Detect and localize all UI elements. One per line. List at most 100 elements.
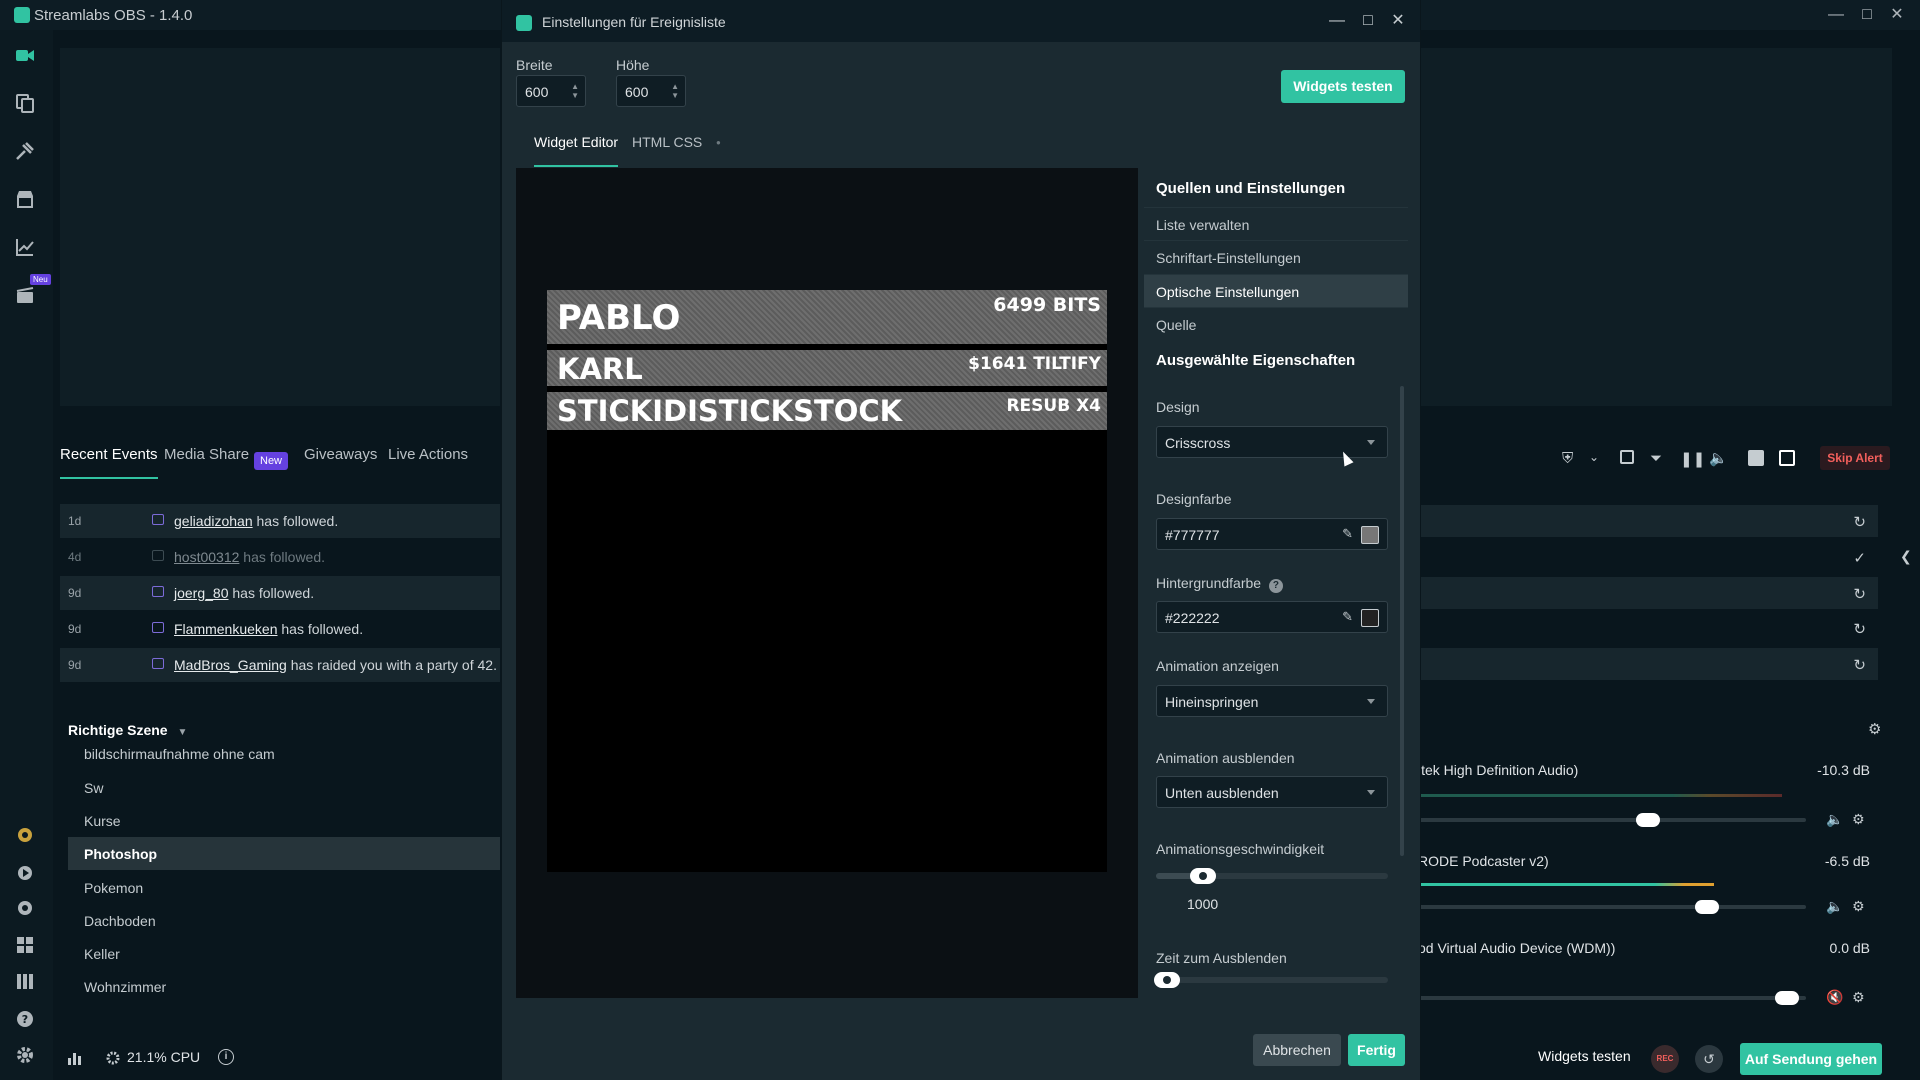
- tab-html-css[interactable]: HTML CSS: [632, 134, 702, 150]
- repeat-icon[interactable]: ↻: [1853, 656, 1866, 674]
- help-icon[interactable]: ?: [1268, 579, 1283, 593]
- repeat-icon[interactable]: ↻: [1853, 620, 1866, 638]
- maximize-icon[interactable]: □: [1357, 10, 1379, 32]
- event-user-link[interactable]: geliadizohan: [174, 513, 253, 529]
- replay-buffer-icon[interactable]: ↺: [1695, 1045, 1723, 1073]
- event-user-link[interactable]: Flammenkueken: [174, 621, 278, 637]
- test-widgets-button[interactable]: Widgets testen: [1281, 70, 1405, 103]
- performance-icon[interactable]: [67, 1050, 83, 1066]
- mixer-settings-icon[interactable]: ⚙: [1868, 720, 1881, 738]
- creator-sites-icon[interactable]: [14, 284, 38, 308]
- repeat-icon[interactable]: ↻: [1853, 585, 1866, 603]
- design-select[interactable]: Crisscross: [1156, 426, 1388, 458]
- anim-show-select[interactable]: Hineinspringen: [1156, 685, 1388, 717]
- mixer-slider-knob[interactable]: [1694, 900, 1719, 914]
- test-widgets-button[interactable]: Widgets testen: [1538, 1048, 1631, 1064]
- media-icon[interactable]: [14, 862, 38, 886]
- settings-gear-icon[interactable]: [14, 1044, 38, 1068]
- chevron-down-icon: [1367, 440, 1375, 445]
- design-color-input[interactable]: #777777 ✎: [1156, 518, 1388, 550]
- mixer-volume-slider[interactable]: [1418, 900, 1806, 914]
- chat-icon[interactable]: [14, 898, 38, 922]
- store-icon[interactable]: [14, 188, 38, 212]
- event-user-link[interactable]: MadBros_Gaming: [174, 657, 287, 673]
- stepper-icon[interactable]: ▲ ▼: [571, 82, 579, 100]
- tab-media-share[interactable]: Media Share: [164, 446, 249, 463]
- width-input[interactable]: 600 ▲ ▼: [516, 75, 586, 107]
- scene-item[interactable]: Sw: [68, 771, 500, 804]
- help-icon[interactable]: ?: [14, 1008, 38, 1032]
- close-icon[interactable]: ✕: [1886, 4, 1908, 26]
- gear-icon[interactable]: ⚙: [1852, 811, 1865, 828]
- tab-recent-events[interactable]: Recent Events: [60, 446, 158, 479]
- event-user-link[interactable]: joerg_80: [174, 585, 229, 601]
- library-icon[interactable]: [14, 970, 38, 994]
- scene-item[interactable]: Dachboden: [68, 904, 500, 937]
- cancel-button[interactable]: Abbrechen: [1253, 1034, 1341, 1066]
- tab-giveaways[interactable]: Giveaways: [304, 446, 377, 463]
- menu-item-source[interactable]: Quelle: [1144, 307, 1408, 340]
- tab-widget-editor[interactable]: Widget Editor: [534, 134, 619, 167]
- scene-item[interactable]: Kurse: [68, 804, 500, 837]
- volume-icon[interactable]: 🔈: [1709, 449, 1728, 467]
- list-view-icon[interactable]: [1779, 450, 1795, 466]
- layout-icon[interactable]: [14, 934, 38, 958]
- scene-item[interactable]: Keller: [68, 937, 500, 970]
- menu-item-font-settings[interactable]: Schriftart-Einstellungen: [1144, 240, 1408, 273]
- color-swatch[interactable]: [1361, 609, 1379, 627]
- done-button[interactable]: Fertig: [1348, 1034, 1405, 1066]
- slider-knob[interactable]: [1154, 972, 1180, 988]
- slider-knob[interactable]: [1190, 868, 1216, 884]
- chevron-down-icon[interactable]: ⌄: [1589, 450, 1599, 464]
- scene-item-selected[interactable]: Photoshop: [68, 837, 500, 870]
- mixer-volume-slider[interactable]: [1418, 991, 1806, 1005]
- scene-item[interactable]: bildschirmaufnahme ohne cam: [68, 740, 500, 773]
- minimize-icon[interactable]: —: [1825, 4, 1847, 26]
- minimize-icon[interactable]: —: [1326, 10, 1348, 32]
- editor-icon[interactable]: [14, 44, 38, 68]
- close-icon[interactable]: ✕: [1387, 10, 1409, 32]
- split-view-icon[interactable]: [1748, 450, 1764, 466]
- settings-scrollbar[interactable]: [1400, 386, 1404, 856]
- anim-speed-slider[interactable]: [1156, 868, 1388, 884]
- shield-icon[interactable]: ⛨: [1562, 450, 1573, 467]
- skip-alert-button[interactable]: Skip Alert: [1820, 446, 1890, 470]
- color-swatch[interactable]: [1361, 526, 1379, 544]
- copy-icon[interactable]: [1620, 450, 1634, 464]
- menu-item-visual-settings[interactable]: Optische Einstellungen: [1144, 274, 1408, 307]
- mixer-slider-knob[interactable]: [1636, 813, 1661, 827]
- filter-icon[interactable]: ⏷: [1650, 450, 1662, 467]
- menu-item-manage-list[interactable]: Liste verwalten: [1144, 207, 1408, 240]
- pause-icon[interactable]: ❚❚: [1680, 450, 1705, 468]
- alertbox-icon[interactable]: [14, 140, 38, 164]
- eyedropper-icon[interactable]: ✎: [1342, 609, 1353, 625]
- highlighter-icon[interactable]: [14, 824, 38, 848]
- bg-color-input[interactable]: #222222 ✎: [1156, 601, 1388, 633]
- scene-item[interactable]: Pokemon: [68, 871, 500, 904]
- speaker-icon[interactable]: 🔈: [1826, 811, 1843, 828]
- fade-time-slider[interactable]: [1154, 972, 1388, 988]
- gear-icon[interactable]: ⚙: [1852, 989, 1865, 1006]
- chevron-left-icon[interactable]: ❮: [1900, 548, 1912, 565]
- info-icon[interactable]: i: [218, 1049, 234, 1065]
- speaker-muted-icon[interactable]: 🔇: [1826, 989, 1843, 1006]
- stats-icon[interactable]: [14, 236, 38, 260]
- themes-icon[interactable]: [14, 92, 38, 116]
- stepper-icon[interactable]: ▲ ▼: [671, 82, 679, 100]
- scene-collection-title[interactable]: Richtige Szene ▼: [68, 722, 187, 738]
- height-input[interactable]: 600 ▲ ▼: [616, 75, 686, 107]
- go-live-button[interactable]: Auf Sendung gehen: [1740, 1043, 1882, 1075]
- properties-title: Ausgewählte Eigenschaften: [1156, 352, 1356, 369]
- repeat-icon[interactable]: ↻: [1853, 513, 1866, 531]
- scene-item[interactable]: Wohnzimmer: [68, 970, 500, 1003]
- mixer-volume-slider[interactable]: [1418, 813, 1806, 827]
- record-button[interactable]: REC: [1651, 1045, 1679, 1073]
- mixer-slider-knob[interactable]: [1774, 991, 1799, 1005]
- maximize-icon[interactable]: □: [1856, 4, 1878, 26]
- anim-hide-select[interactable]: Unten ausblenden: [1156, 776, 1388, 808]
- speaker-icon[interactable]: 🔈: [1826, 898, 1843, 915]
- eyedropper-icon[interactable]: ✎: [1342, 526, 1353, 542]
- event-user-link[interactable]: host00312: [174, 549, 239, 565]
- tab-live-actions[interactable]: Live Actions: [388, 446, 468, 463]
- gear-icon[interactable]: ⚙: [1852, 898, 1865, 915]
